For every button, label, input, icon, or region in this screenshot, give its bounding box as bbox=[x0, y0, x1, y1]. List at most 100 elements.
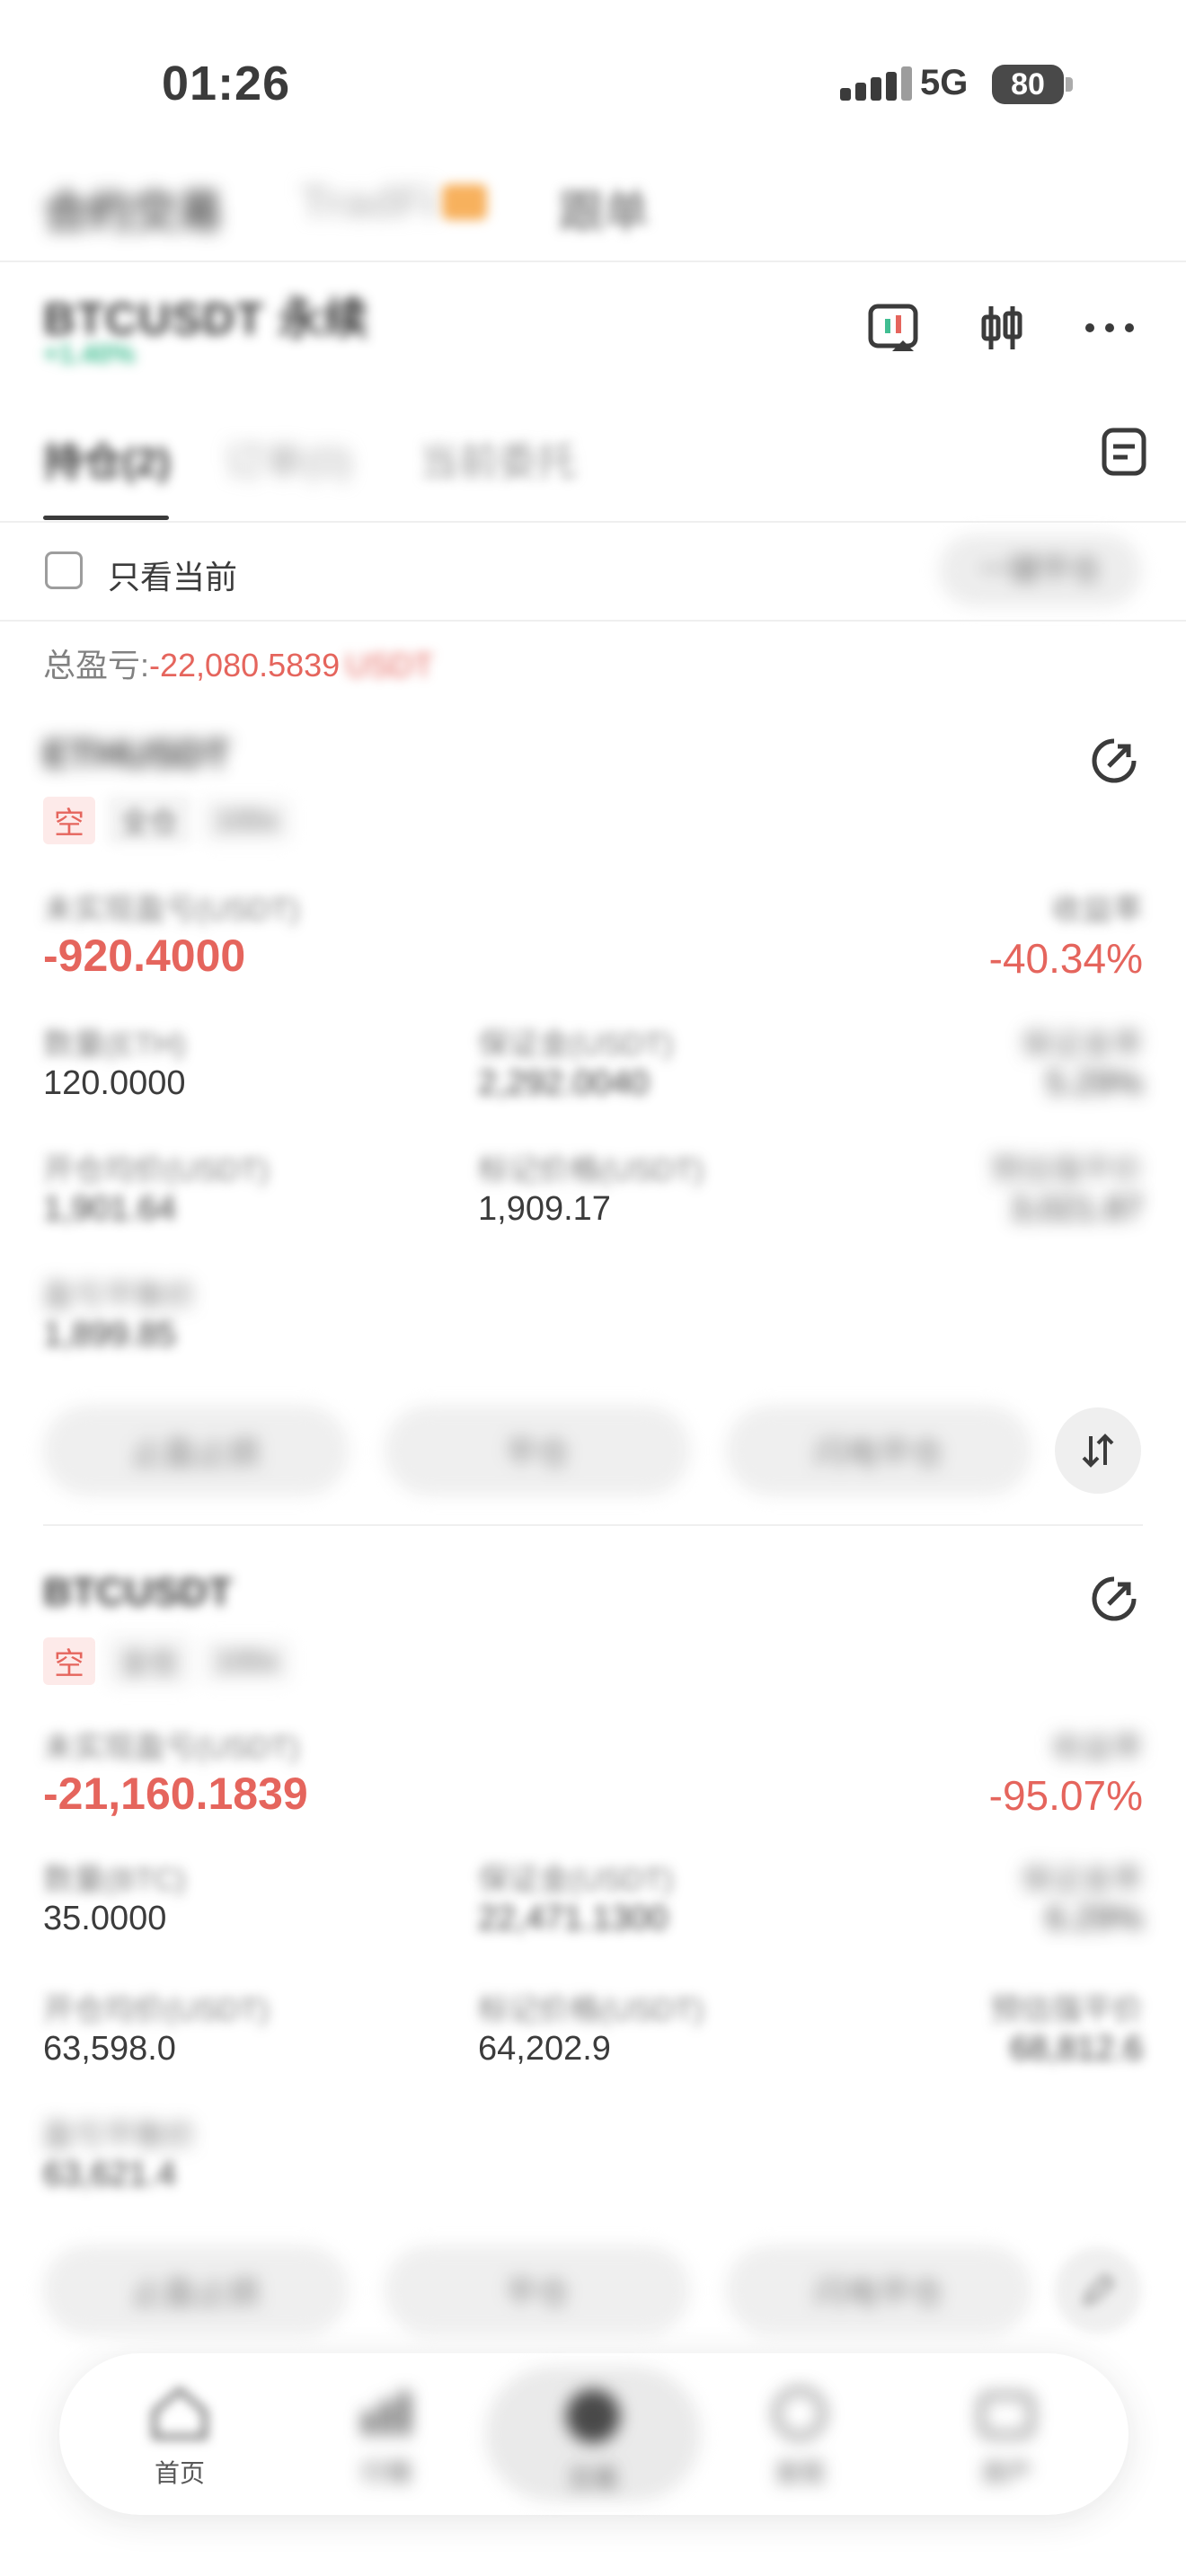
wallet-icon bbox=[978, 2393, 1034, 2438]
nav-trade-label: 交易 bbox=[567, 2465, 618, 2492]
entry-value: 63,598.0 bbox=[43, 2030, 176, 2068]
symbol-change: +1.40% bbox=[43, 340, 136, 369]
tp-sl-button[interactable]: 止盈止损 bbox=[43, 2245, 349, 2335]
candlestick-icon[interactable] bbox=[970, 296, 1033, 359]
symbol-name[interactable]: BTCUSDT 永续 bbox=[43, 283, 369, 348]
unrealized-pnl: -920.4000 bbox=[43, 931, 246, 981]
position-tags: 空 全仓 100x bbox=[43, 796, 291, 844]
card-divider bbox=[43, 1524, 1143, 1526]
position-tags: 空 全仓 100x bbox=[43, 1636, 291, 1685]
order-history-icon[interactable] bbox=[1093, 420, 1155, 483]
tab-contract-trading[interactable]: 合约交易 bbox=[43, 176, 223, 241]
battery-tip bbox=[1066, 77, 1073, 92]
leverage-tag: 100x bbox=[203, 1640, 291, 1681]
margin-value: 2,292.0040 bbox=[478, 1064, 650, 1102]
close-label: 平仓 bbox=[504, 2274, 570, 2311]
liq-label: 预估强平价 bbox=[990, 1993, 1143, 2027]
tabs-divider bbox=[0, 521, 1186, 523]
pnl-label: 未实现盈亏(USDT) bbox=[43, 1731, 300, 1765]
nav-home[interactable]: 首页 bbox=[126, 2385, 234, 2490]
trade-icon bbox=[566, 2389, 620, 2443]
more-icon[interactable] bbox=[1078, 296, 1141, 359]
breakeven-value: 1,899.85 bbox=[43, 1316, 176, 1354]
nav-assets[interactable]: 资产 bbox=[952, 2385, 1060, 2490]
current-only-label: 只看当前 bbox=[108, 559, 238, 595]
chart-icon bbox=[363, 2392, 410, 2435]
pnl-label: 未实现盈亏(USDT) bbox=[43, 893, 300, 927]
tab-positions[interactable]: 持仓(2) bbox=[43, 429, 171, 487]
tab-tradfi[interactable]: TradFi bbox=[301, 176, 436, 228]
position-symbol[interactable]: BTCUSDT bbox=[43, 1570, 232, 1615]
edit-position-button[interactable] bbox=[1055, 2247, 1141, 2333]
nav-assets-label: 资产 bbox=[980, 2459, 1031, 2487]
total-pnl-unit: USDT bbox=[345, 647, 434, 684]
mark-value: 64,202.9 bbox=[478, 2030, 611, 2068]
breakeven-label: 盈亏平衡价 bbox=[43, 2119, 196, 2153]
home-icon bbox=[152, 2386, 208, 2439]
nav-home-label: 首页 bbox=[154, 2459, 205, 2487]
active-tab-indicator bbox=[43, 516, 169, 520]
margin-ratio-label: 保证金率 bbox=[1021, 1863, 1143, 1897]
close-all-label: 一键平仓 bbox=[978, 553, 1102, 587]
side-badge: 空 bbox=[43, 1636, 95, 1685]
breakeven-label: 盈亏平衡价 bbox=[43, 1279, 196, 1313]
qty-label: 数量(BTC) bbox=[43, 1863, 186, 1897]
header-divider bbox=[0, 260, 1186, 262]
kline-chart-icon[interactable] bbox=[863, 296, 925, 359]
share-icon[interactable] bbox=[1083, 1567, 1146, 1630]
unrealized-pnl: -21,160.1839 bbox=[43, 1769, 308, 1819]
tp-sl-label: 止盈止损 bbox=[130, 1434, 261, 1471]
current-only-checkbox[interactable] bbox=[45, 551, 83, 589]
entry-value: 1,901.64 bbox=[43, 1190, 176, 1228]
margin-ratio-value: 6.29% bbox=[1046, 1900, 1143, 1937]
leverage-tag: 100x bbox=[203, 799, 291, 841]
nav-trade[interactable]: 交易 bbox=[539, 2385, 647, 2495]
roi-label: 收益率 bbox=[1051, 893, 1143, 927]
margin-label: 保证金(USDT) bbox=[478, 1028, 674, 1062]
close-position-button[interactable]: 平仓 bbox=[385, 1406, 690, 1495]
tab-copy-trading[interactable]: 跟单 bbox=[559, 176, 649, 241]
close-position-button[interactable]: 平仓 bbox=[385, 2245, 690, 2335]
liq-value: 3,021.87 bbox=[1010, 1190, 1143, 1228]
nav-markets[interactable]: 行情 bbox=[332, 2385, 440, 2490]
side-badge: 空 bbox=[43, 796, 95, 844]
flash-close-button[interactable]: 闪电平仓 bbox=[726, 1406, 1031, 1495]
status-time: 01:26 bbox=[162, 57, 291, 110]
flash-close-button[interactable]: 闪电平仓 bbox=[726, 2245, 1031, 2335]
nav-discover-label: 发现 bbox=[774, 2459, 825, 2487]
margin-ratio-value: 5.29% bbox=[1046, 1064, 1143, 1102]
swap-arrows-icon bbox=[1082, 1434, 1114, 1468]
nav-discover[interactable]: 发现 bbox=[746, 2385, 854, 2490]
total-pnl: 总盈亏:-22,080.5839 USDT bbox=[43, 640, 433, 686]
qty-value: 120.0000 bbox=[43, 1064, 186, 1102]
qty-label: 数量(ETH) bbox=[43, 1028, 186, 1062]
flash-close-label: 闪电平仓 bbox=[813, 1434, 943, 1471]
margin-label: 保证金(USDT) bbox=[478, 1863, 674, 1897]
total-pnl-value: -22,080.5839 bbox=[149, 647, 341, 684]
tab-orders[interactable]: 订单(0) bbox=[225, 429, 352, 487]
margin-mode-tag: 全仓 bbox=[108, 796, 191, 844]
margin-ratio-label: 保证金率 bbox=[1021, 1028, 1143, 1062]
tp-sl-button[interactable]: 止盈止损 bbox=[43, 1406, 349, 1495]
share-icon[interactable] bbox=[1083, 729, 1146, 792]
pencil-icon bbox=[1082, 2273, 1115, 2307]
filter-divider bbox=[0, 620, 1186, 622]
mark-label: 标记价格(USDT) bbox=[478, 1153, 704, 1187]
tp-sl-label: 止盈止损 bbox=[130, 2274, 261, 2311]
liq-value: 68,812.6 bbox=[1010, 2030, 1143, 2068]
roi-label: 收益率 bbox=[1051, 1731, 1143, 1765]
cellular-signal-icon bbox=[840, 66, 912, 101]
entry-label: 开仓均价(USDT) bbox=[43, 1153, 270, 1187]
network-type: 5G bbox=[920, 63, 969, 102]
mark-label: 标记价格(USDT) bbox=[478, 1993, 704, 2027]
close-all-button[interactable]: 一键平仓 bbox=[939, 534, 1141, 606]
battery-icon: 80 bbox=[992, 65, 1064, 104]
reverse-position-button[interactable] bbox=[1055, 1407, 1141, 1494]
total-pnl-label: 总盈亏: bbox=[43, 647, 150, 684]
entry-label: 开仓均价(USDT) bbox=[43, 1993, 270, 2027]
tab-open-orders[interactable]: 当前委托 bbox=[419, 429, 577, 487]
discover-icon bbox=[774, 2387, 826, 2439]
close-label: 平仓 bbox=[504, 1434, 570, 1471]
fire-icon bbox=[442, 184, 487, 220]
position-symbol[interactable]: ETHUSDT bbox=[43, 732, 230, 777]
